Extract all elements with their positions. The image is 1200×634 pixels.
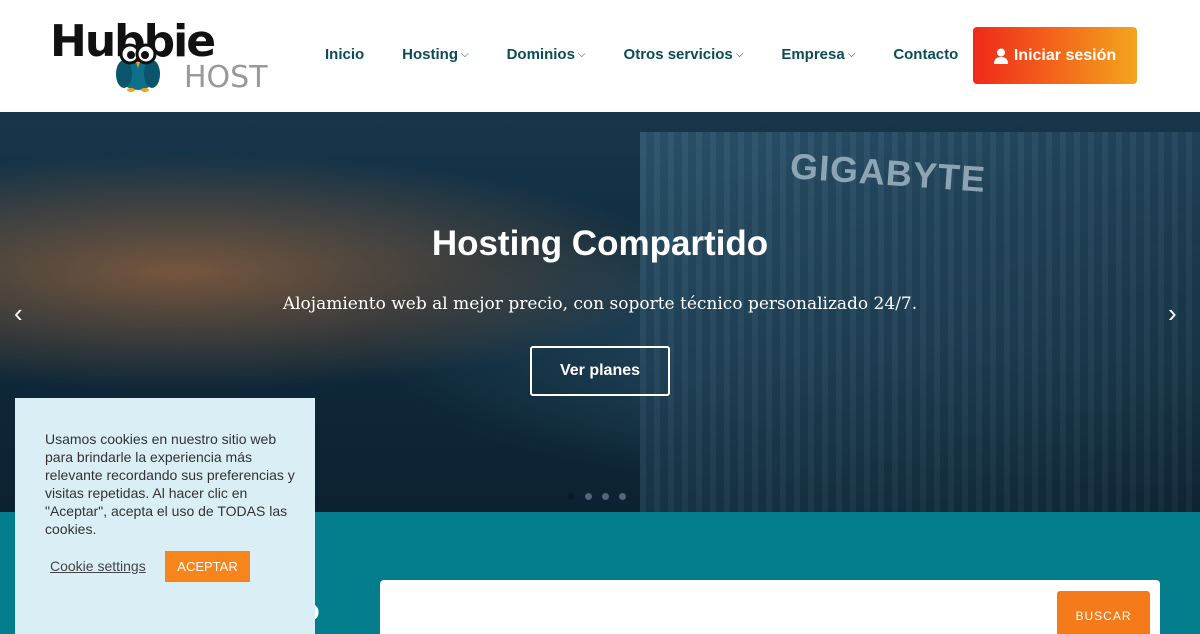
logo-subtext: HOST — [184, 60, 268, 95]
nav-item-contacto[interactable]: Contacto — [893, 46, 958, 63]
chevron-down-icon: ⌵ — [735, 49, 744, 60]
nav-item-label: Contacto — [893, 46, 959, 63]
nav-item-empresa[interactable]: Empresa ⌵ — [781, 46, 855, 63]
cookie-settings-link[interactable]: Cookie settings — [50, 558, 146, 574]
chevron-right-icon[interactable]: › — [1168, 298, 1177, 329]
hero-title: Hosting Compartido — [431, 224, 769, 263]
slider-dot-1[interactable] — [568, 493, 575, 500]
nav-item-label: Dominios — [506, 46, 575, 63]
owl-mascot-icon — [116, 43, 160, 92]
slider-dot-4[interactable] — [619, 493, 626, 500]
nav-item-otros-servicios[interactable]: Otros servicios ⌵ — [624, 46, 744, 63]
user-icon — [993, 48, 1008, 64]
nav-item-label: Empresa — [781, 46, 845, 63]
chevron-down-icon: ⌵ — [461, 49, 469, 60]
nav-item-label: Hosting — [402, 46, 458, 63]
chevron-down-icon: ⌵ — [577, 49, 586, 60]
login-label: Iniciar sesión — [1013, 46, 1117, 64]
domain-search-input[interactable] — [380, 580, 1040, 634]
view-plans-button[interactable]: Ver planes — [530, 346, 670, 396]
nav-item-hosting[interactable]: Hosting ⌵ — [402, 46, 468, 63]
domain-search-box: BUSCAR — [380, 580, 1160, 634]
search-button[interactable]: BUSCAR — [1057, 591, 1150, 634]
slider-dot-3[interactable] — [602, 493, 609, 500]
hubbie-host-logo[interactable]: Hubbie HOST — [50, 16, 268, 96]
site-header: Hubbie HOST Inicio Hosting ⌵ Dominios ⌵ — [0, 0, 1200, 112]
chevron-left-icon[interactable]: ‹ — [14, 298, 23, 329]
nav-item-label: Inicio — [325, 46, 365, 63]
nav-item-dominios[interactable]: Dominios ⌵ — [507, 46, 586, 63]
slider-dot-2[interactable] — [585, 493, 592, 500]
nav-item-inicio[interactable]: Inicio — [325, 46, 364, 63]
slider-pagination — [568, 493, 626, 500]
cookie-consent-banner: Usamos cookies en nuestro sitio web para… — [15, 398, 315, 634]
hero-subtitle: Alojamiento web al mejor precio, con sop… — [282, 294, 918, 314]
main-nav: Inicio Hosting ⌵ Dominios ⌵ Otros servic… — [325, 46, 996, 63]
cookie-message: Usamos cookies en nuestro sitio web para… — [45, 431, 295, 537]
chevron-down-icon: ⌵ — [847, 49, 856, 60]
nav-item-label: Otros servicios — [623, 46, 733, 63]
accept-cookies-button[interactable]: ACEPTAR — [165, 551, 250, 582]
login-button[interactable]: Iniciar sesión — [973, 27, 1137, 84]
